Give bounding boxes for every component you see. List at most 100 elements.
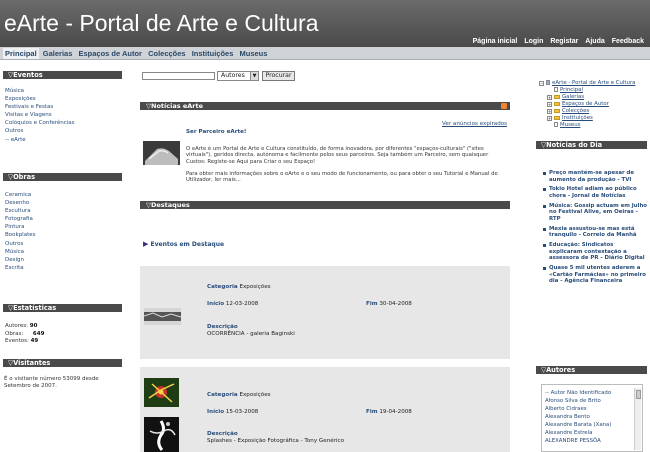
- eventos-item[interactable]: Outros: [5, 127, 75, 135]
- eventos-item[interactable]: Exposições: [5, 95, 75, 103]
- link-pagina-inicial[interactable]: Página inicial: [473, 38, 518, 45]
- obras-item[interactable]: Fotografia: [5, 215, 35, 223]
- eventos-item[interactable]: Música: [5, 87, 75, 95]
- search-button[interactable]: Procurar: [262, 71, 295, 81]
- folder-icon: [554, 108, 560, 113]
- eventos-item[interactable]: Festivais e Festas: [5, 103, 75, 111]
- obras-item[interactable]: Música: [5, 248, 35, 256]
- rss-icon[interactable]: [501, 103, 507, 109]
- categoria-label: Categoria: [207, 284, 238, 290]
- news-item[interactable]: Música: Gossip actuam em Julho no Festiv…: [543, 203, 647, 223]
- obras-item[interactable]: Desenho: [5, 199, 35, 207]
- eventos-item[interactable]: Colóquios e Conferências: [5, 119, 75, 127]
- tab-instituicoes[interactable]: Instituições: [190, 48, 236, 59]
- destaques-header[interactable]: ▽Destaques: [140, 201, 510, 209]
- collapse-icon[interactable]: −: [539, 81, 544, 86]
- autor-option[interactable]: Alexandre Barata (Xana): [545, 421, 611, 429]
- search-input[interactable]: [142, 72, 215, 80]
- tree-item[interactable]: + Galerias: [547, 94, 635, 101]
- tree-item[interactable]: + Colecções: [547, 108, 635, 115]
- obras-item[interactable]: Design: [5, 256, 35, 264]
- news-item[interactable]: Quase 5 mil utentes aderem a «Cartão Far…: [543, 265, 647, 285]
- noticias-header[interactable]: ▽Notícias eArte: [140, 102, 510, 110]
- obras-item[interactable]: Outros: [5, 240, 35, 248]
- tree-item[interactable]: Principal: [547, 87, 635, 94]
- inicio-label: Início: [207, 301, 225, 307]
- news-item[interactable]: Tokio Hotel adiam ao público chora - Jor…: [543, 186, 647, 199]
- tree-item-label[interactable]: Colecções: [562, 108, 589, 114]
- site-title[interactable]: eArte - Portal de Arte e Cultura: [4, 10, 319, 37]
- news-item[interactable]: Mexia assustou-se mas está tranquilo - C…: [543, 226, 647, 239]
- tab-espacos-de-autor[interactable]: Espaços de Autor: [76, 48, 144, 59]
- link-registar[interactable]: Registar: [550, 38, 578, 45]
- chevron-down-icon: ▼: [250, 72, 258, 80]
- visitantes-header[interactable]: ▽Visitantes: [3, 359, 122, 367]
- news-item[interactable]: Educação: Sindicatos explicaram contesta…: [543, 242, 647, 262]
- obras-item[interactable]: Bookplates: [5, 231, 35, 239]
- expand-icon[interactable]: +: [547, 109, 552, 114]
- noticias-dia-header[interactable]: ▽Notícias do Dia: [536, 141, 647, 149]
- obras-item[interactable]: Pintura: [5, 223, 35, 231]
- eventos-title: Eventos: [13, 71, 43, 79]
- tree-item-label[interactable]: Principal: [560, 87, 583, 93]
- event-card[interactable]: Categoria Exposições Início 15-03-2008 F…: [140, 367, 510, 452]
- tree-item[interactable]: + Instituições: [547, 115, 635, 122]
- obras-item[interactable]: Escultura: [5, 207, 35, 215]
- tree-item-label[interactable]: Espaços de Autor: [562, 101, 609, 107]
- tree-root[interactable]: − eArte - Portal de Arte e Cultura: [539, 80, 635, 87]
- autor-option[interactable]: -- Autor Não Identificado: [545, 389, 611, 397]
- news-body-2: Para obter mais informações sobre o eArt…: [186, 171, 498, 184]
- tab-museus[interactable]: Museus: [237, 48, 269, 59]
- autor-option[interactable]: Alberto Cidraes: [545, 405, 611, 413]
- autor-option[interactable]: Afonso Silva de Brito: [545, 397, 611, 405]
- tree-root-label[interactable]: eArte - Portal de Arte e Cultura: [552, 80, 635, 86]
- news-headline[interactable]: Ser Parceiro eArte!: [186, 129, 247, 135]
- eventos-item[interactable]: Visitas e Viagens: [5, 111, 75, 119]
- stat-label: Obras:: [5, 330, 24, 337]
- estatisticas-block: Autores: 90 Obras: 649 Eventos: 49: [5, 323, 44, 346]
- tree-item[interactable]: Museus: [547, 122, 635, 129]
- expand-icon[interactable]: +: [547, 102, 552, 107]
- obras-item[interactable]: Escrita: [5, 264, 35, 272]
- categoria-value: Exposições: [239, 392, 271, 398]
- scroll-thumb[interactable]: [636, 390, 641, 399]
- obras-item[interactable]: Ceramica: [5, 191, 35, 199]
- link-login[interactable]: Login: [524, 38, 543, 45]
- autores-header[interactable]: ▽Autores: [536, 366, 647, 374]
- autores-scrollbar[interactable]: [634, 388, 641, 450]
- search-select-value: Autores: [221, 72, 245, 79]
- link-feedback[interactable]: Feedback: [612, 38, 644, 45]
- tree-item-label[interactable]: Museus: [560, 122, 580, 128]
- search-type-select[interactable]: Autores ▼: [217, 71, 259, 81]
- tab-principal[interactable]: Principal: [3, 48, 39, 59]
- ver-anuncios-link[interactable]: Ver anúncios expirados: [442, 121, 507, 127]
- expand-icon[interactable]: +: [547, 95, 552, 100]
- noticias-dia-list: Preço mantém-se apesar de aumento da pro…: [543, 170, 647, 288]
- autor-option[interactable]: Alexandra Bento: [545, 413, 611, 421]
- autor-option[interactable]: ALEXANDRE PESSÔA: [545, 437, 611, 445]
- tree-item-label[interactable]: Galerias: [562, 94, 584, 100]
- page-icon: [554, 122, 558, 127]
- autor-option[interactable]: Alexandre Estrela: [545, 429, 611, 437]
- tree-item[interactable]: + Espaços de Autor: [547, 101, 635, 108]
- autores-listbox[interactable]: -- Autor Não Identificado Afonso Silva d…: [541, 384, 643, 452]
- eventos-destaque-title: Eventos em Destaque: [150, 241, 225, 248]
- obras-header[interactable]: ▽Obras: [3, 173, 122, 181]
- nav-bar: Principal Galerias Espaços de Autor Cole…: [0, 47, 650, 60]
- link-ajuda[interactable]: Ajuda: [585, 38, 604, 45]
- eventos-item[interactable]: -- eArte: [5, 136, 75, 144]
- tab-coleccoes[interactable]: Colecções: [146, 48, 188, 59]
- tab-galerias[interactable]: Galerias: [41, 48, 75, 59]
- tree-item-label[interactable]: Instituições: [562, 115, 593, 121]
- descricao-value: Splashes - Exposição Fotográfica - Tony …: [207, 438, 345, 444]
- expand-icon[interactable]: +: [547, 116, 552, 121]
- eventos-header[interactable]: ▽Eventos: [3, 71, 122, 79]
- event-thumbnail: [144, 417, 179, 452]
- estatisticas-header[interactable]: ▽Estatísticas: [3, 304, 122, 312]
- fim-label: Fim: [366, 301, 378, 307]
- event-card[interactable]: Categoria Exposições Início 12-03-2008 F…: [140, 266, 510, 359]
- noticias-dia-title: Notícias do Dia: [546, 141, 603, 149]
- site-tree: − eArte - Portal de Arte e Cultura Princi…: [539, 80, 635, 129]
- eventos-destaque-label[interactable]: ▶ Eventos em Destaque: [143, 240, 224, 248]
- news-item[interactable]: Preço mantém-se apesar de aumento da pro…: [543, 170, 647, 183]
